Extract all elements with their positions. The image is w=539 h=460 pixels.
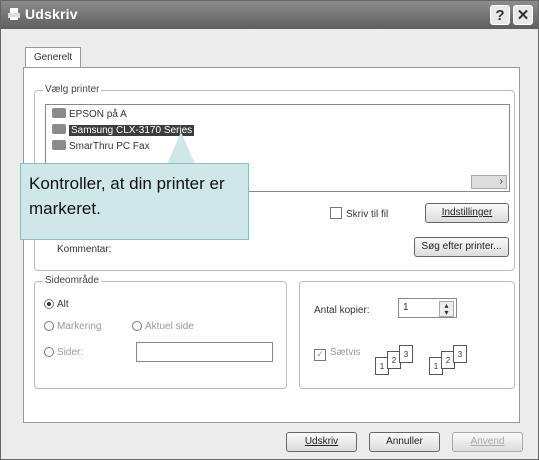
- radio-icon: [44, 347, 54, 357]
- settings-button[interactable]: Indstillinger: [425, 203, 509, 223]
- radio-selected-icon: [44, 299, 54, 309]
- print-to-file-checkbox[interactable]: Skriv til fil: [330, 207, 388, 220]
- spinner-arrows-icon[interactable]: ▴ ▾: [439, 301, 454, 317]
- printer-icon: [8, 8, 20, 20]
- radio-icon: [132, 321, 142, 331]
- checkbox-checked-icon: ✓: [314, 349, 326, 361]
- find-printer-button[interactable]: Søg efter printer...: [414, 237, 509, 257]
- scroll-right-icon[interactable]: ›: [500, 176, 503, 188]
- fax-icon: [52, 140, 66, 150]
- copies-count-label: Antal kopier:: [314, 305, 370, 316]
- printer-group-label: Vælg printer: [43, 84, 102, 95]
- tab-general[interactable]: Generelt: [25, 47, 81, 68]
- checkbox-icon: [330, 207, 342, 219]
- print-button[interactable]: Udskriv: [286, 432, 357, 452]
- collate-checkbox[interactable]: ✓ Sætvis: [314, 347, 361, 361]
- title-bar[interactable]: Udskriv ? ✕: [1, 1, 538, 29]
- copies-count-stepper[interactable]: 1 ▴ ▾: [398, 298, 457, 318]
- close-button[interactable]: ✕: [513, 5, 533, 25]
- print-dialog: Udskriv ? ✕ Generelt Vælg printer EPSON …: [0, 0, 539, 460]
- radio-selection[interactable]: Markering: [44, 321, 101, 332]
- pages-input[interactable]: [136, 342, 273, 362]
- radio-icon: [44, 321, 54, 331]
- help-button[interactable]: ?: [490, 5, 510, 25]
- page-icon: 3: [399, 345, 413, 363]
- printer-item[interactable]: SmarThru PC Fax: [52, 140, 150, 154]
- radio-current-page[interactable]: Aktuel side: [132, 321, 194, 332]
- radio-pages[interactable]: Sider:: [44, 347, 83, 358]
- printer-icon: [52, 124, 66, 134]
- apply-button[interactable]: Anvend: [452, 432, 523, 452]
- printer-item[interactable]: EPSON på A: [52, 108, 127, 122]
- window-title: Udskriv: [25, 6, 78, 22]
- horizontal-scrollbar[interactable]: ›: [471, 175, 507, 189]
- printer-icon: [52, 108, 66, 118]
- page-range-label: Sideområde: [43, 275, 101, 286]
- callout-note: Kontroller, at din printer er markeret.: [20, 163, 249, 240]
- callout-arrow: [167, 132, 195, 164]
- cancel-button[interactable]: Annuller: [369, 432, 440, 452]
- page-range-group: Sideområde: [34, 275, 287, 389]
- copies-count-value: 1: [403, 302, 409, 313]
- comment-label: Kommentar:: [57, 244, 112, 255]
- page-icon: 3: [453, 345, 467, 363]
- radio-all[interactable]: Alt: [44, 299, 69, 310]
